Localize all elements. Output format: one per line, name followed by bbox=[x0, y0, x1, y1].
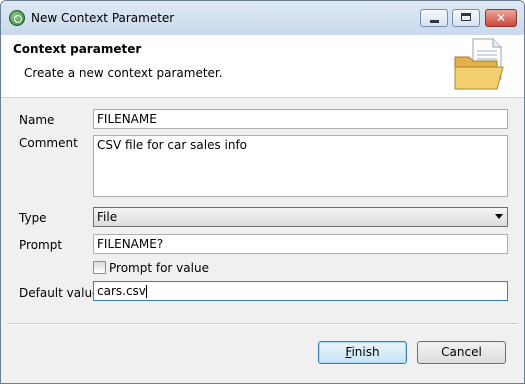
default-value-text: cars.csv bbox=[97, 284, 146, 298]
type-label: Type bbox=[19, 211, 47, 225]
prompt-label: Prompt bbox=[19, 238, 63, 252]
comment-label: Comment bbox=[19, 136, 78, 150]
dropdown-arrow-icon bbox=[495, 214, 503, 219]
title-bar[interactable]: New Context Parameter ✕ bbox=[1, 1, 524, 35]
prompt-field[interactable]: FILENAME? bbox=[93, 234, 508, 254]
header-panel: Context parameter Create a new context p… bbox=[1, 35, 524, 98]
folder-icon bbox=[454, 38, 504, 90]
text-caret bbox=[145, 285, 147, 298]
close-icon: ✕ bbox=[495, 11, 507, 25]
close-button[interactable]: ✕ bbox=[485, 9, 517, 27]
cancel-button[interactable]: Cancel bbox=[417, 341, 506, 364]
header-title: Context parameter bbox=[13, 42, 142, 56]
default-value-label: Default value bbox=[19, 286, 100, 300]
dialog-window: New Context Parameter ✕ Context paramete… bbox=[0, 0, 525, 384]
finish-button[interactable]: Finish bbox=[318, 341, 407, 364]
header-description: Create a new context parameter. bbox=[24, 66, 223, 80]
type-select[interactable]: File bbox=[93, 207, 508, 227]
comment-field[interactable]: CSV file for car sales info bbox=[93, 135, 508, 197]
name-label: Name bbox=[19, 113, 55, 127]
button-bar-separator bbox=[7, 323, 518, 325]
window-title: New Context Parameter bbox=[31, 11, 175, 25]
finish-label: inish bbox=[351, 345, 380, 359]
default-value-field[interactable]: cars.csv bbox=[93, 281, 508, 301]
comment-text: CSV file for car sales info bbox=[97, 138, 248, 152]
maximize-button[interactable] bbox=[452, 9, 480, 27]
minimize-button[interactable] bbox=[420, 9, 448, 27]
name-field[interactable]: FILENAME bbox=[93, 109, 508, 129]
prompt-for-value-checkbox[interactable] bbox=[93, 261, 106, 274]
type-select-value: File bbox=[97, 210, 118, 224]
app-icon bbox=[9, 10, 25, 26]
prompt-for-value-label[interactable]: Prompt for value bbox=[109, 261, 209, 275]
